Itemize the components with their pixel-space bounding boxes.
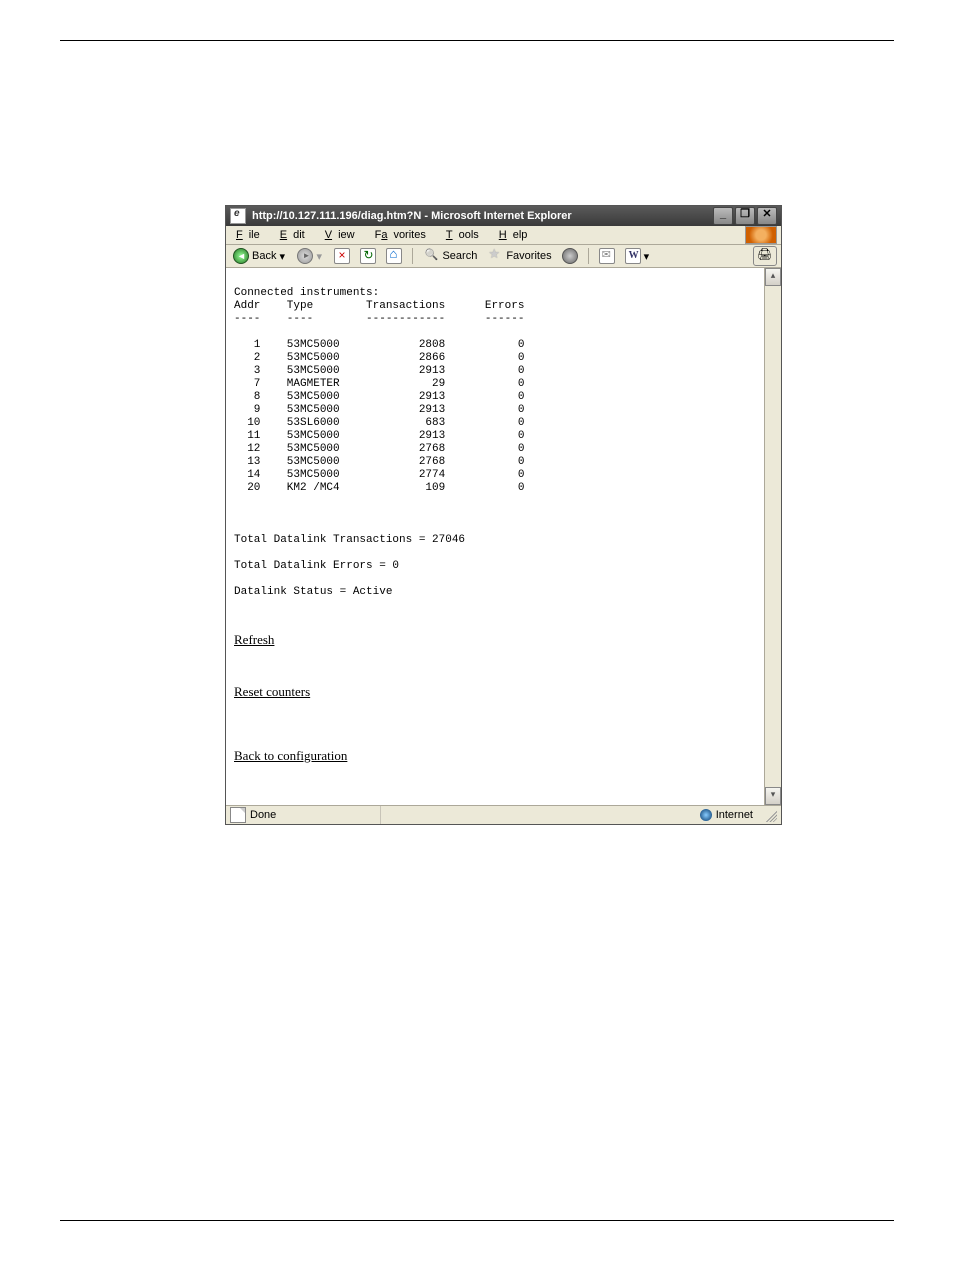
status-text: Done <box>250 809 276 821</box>
refresh-icon <box>360 248 376 264</box>
menu-tools[interactable]: Tools <box>440 229 491 241</box>
total-errors: Total Datalink Errors = 0 <box>234 560 756 573</box>
scroll-track[interactable] <box>765 286 781 787</box>
ie-logo-icon <box>745 226 777 244</box>
page-status-icon <box>230 807 246 823</box>
media-button[interactable] <box>559 247 581 265</box>
search-label: Search <box>442 250 477 262</box>
forward-button[interactable]: ▾ <box>294 247 327 265</box>
edit-dropdown-icon[interactable]: ▾ <box>644 250 652 263</box>
close-button[interactable]: ✕ <box>757 207 777 225</box>
instrument-table: 1 53MC5000 2808 0 2 53MC5000 2866 0 3 53… <box>234 339 756 508</box>
resize-grip[interactable] <box>763 808 777 822</box>
forward-icon <box>297 248 313 264</box>
back-dropdown-icon[interactable]: ▾ <box>279 250 287 263</box>
menu-bar: File Edit View Favorites Tools Help <box>226 226 781 245</box>
window-title: http://10.127.111.196/diag.htm?N - Micro… <box>252 210 572 222</box>
back-label: Back <box>252 250 276 262</box>
menu-help[interactable]: Help <box>493 229 540 241</box>
edit-word-button[interactable]: ▾ <box>622 247 655 265</box>
zone-text: Internet <box>716 809 753 821</box>
ie-app-icon <box>230 208 246 224</box>
forward-dropdown-icon[interactable]: ▾ <box>316 250 324 263</box>
favorites-button[interactable]: Favorites <box>484 247 554 265</box>
internet-zone-icon <box>700 809 712 821</box>
menu-view[interactable]: View <box>319 229 367 241</box>
back-to-config-link[interactable]: Back to configuration <box>234 748 347 763</box>
back-icon <box>233 248 249 264</box>
search-icon <box>423 248 439 264</box>
toolbar: Back ▾ ▾ Search Favorites ▾ <box>226 245 781 268</box>
stop-button[interactable] <box>331 247 353 265</box>
datalink-status: Datalink Status = Active <box>234 586 756 599</box>
scroll-up-button[interactable]: ▴ <box>765 268 781 286</box>
reset-counters-link[interactable]: Reset counters <box>234 684 310 699</box>
search-button[interactable]: Search <box>420 247 480 265</box>
total-transactions: Total Datalink Transactions = 27046 <box>234 534 756 547</box>
mail-icon <box>599 248 615 264</box>
browser-window: http://10.127.111.196/diag.htm?N - Micro… <box>225 205 782 825</box>
home-icon <box>386 248 402 264</box>
title-bar: http://10.127.111.196/diag.htm?N - Micro… <box>226 206 781 226</box>
mail-button[interactable] <box>596 247 618 265</box>
stop-icon <box>334 248 350 264</box>
favorites-icon <box>487 248 503 264</box>
back-button[interactable]: Back ▾ <box>230 247 290 265</box>
status-bar: Done Internet <box>226 805 781 824</box>
word-icon <box>625 248 641 264</box>
favorites-label: Favorites <box>506 250 551 262</box>
table-header: Addr Type Transactions Errors ---- ---- … <box>234 300 756 326</box>
minimize-button[interactable]: _ <box>713 207 733 225</box>
menu-edit[interactable]: Edit <box>274 229 317 241</box>
page-content: Connected instruments: Addr Type Transac… <box>226 268 764 805</box>
media-icon <box>562 248 578 264</box>
menu-file[interactable]: File <box>230 229 272 241</box>
maximize-button[interactable]: ❐ <box>735 207 755 225</box>
connected-heading: Connected instruments: <box>234 287 379 299</box>
menu-favorites[interactable]: Favorites <box>369 229 438 241</box>
print-button[interactable] <box>753 246 777 266</box>
scroll-down-button[interactable]: ▾ <box>765 787 781 805</box>
home-button[interactable] <box>383 247 405 265</box>
vertical-scrollbar[interactable]: ▴ ▾ <box>764 268 781 805</box>
refresh-link[interactable]: Refresh <box>234 632 274 647</box>
refresh-button[interactable] <box>357 247 379 265</box>
